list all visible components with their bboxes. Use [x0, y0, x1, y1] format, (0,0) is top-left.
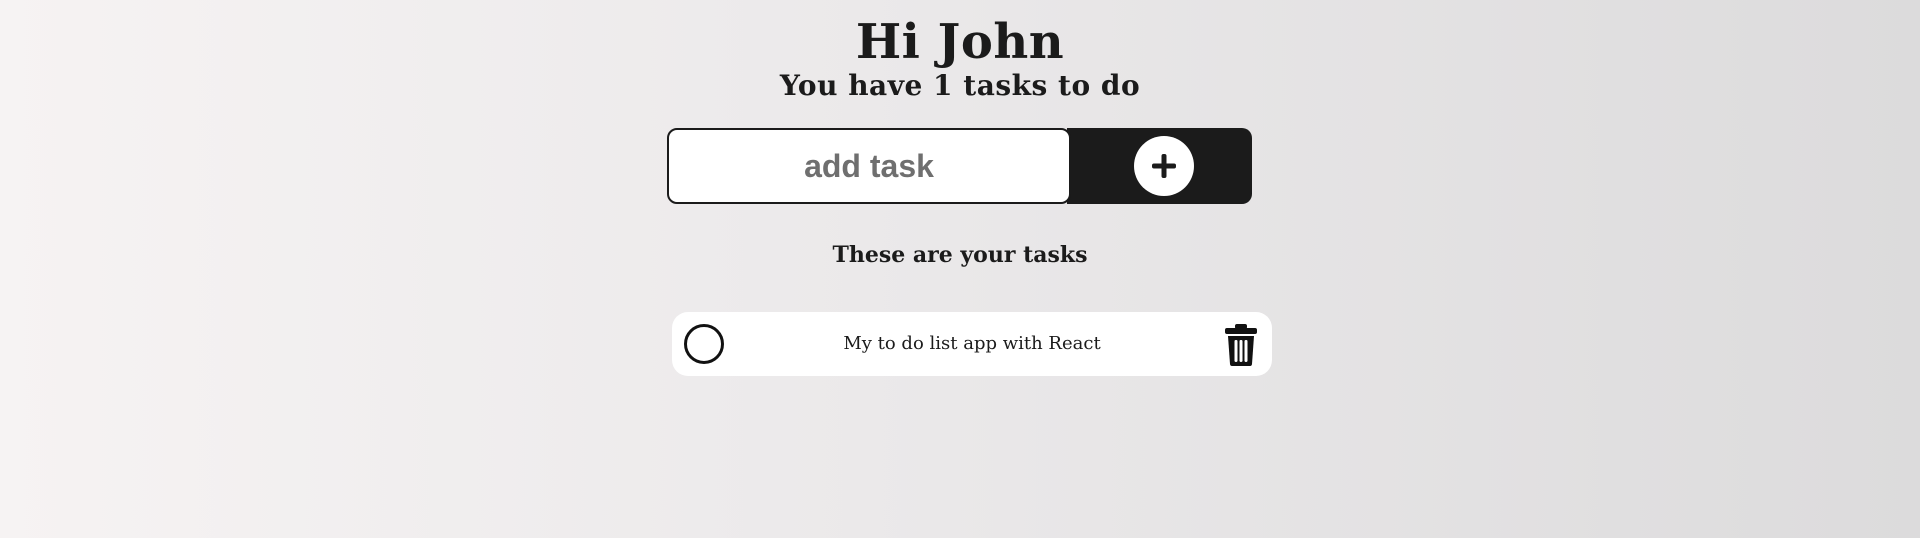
add-task-input[interactable]	[667, 128, 1071, 204]
task-text: My to do list app with React	[843, 333, 1101, 354]
greeting-heading: Hi John	[855, 14, 1065, 70]
task-item: My to do list app with React	[672, 312, 1272, 376]
plus-icon	[1133, 136, 1194, 196]
task-count-subtitle: You have 1 tasks to do	[779, 69, 1141, 102]
add-task-form	[667, 128, 1252, 204]
trash-icon[interactable]	[1224, 324, 1258, 366]
tasks-heading: These are your tasks	[832, 242, 1088, 268]
add-task-button[interactable]	[1067, 128, 1252, 204]
circle-icon[interactable]	[684, 324, 724, 364]
